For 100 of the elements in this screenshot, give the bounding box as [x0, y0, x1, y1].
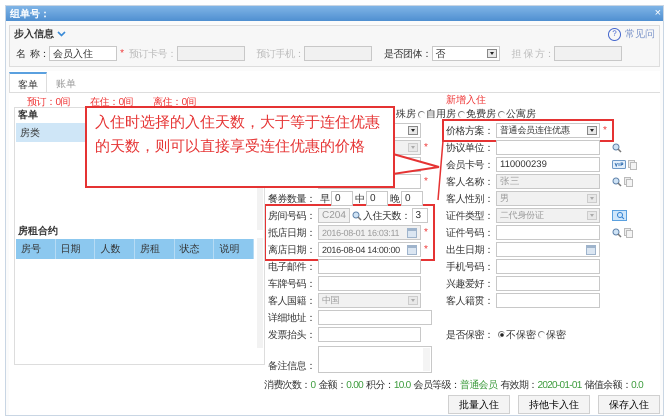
- help-icon[interactable]: ?: [608, 28, 621, 40]
- field-label: 预订卡号：: [129, 48, 177, 60]
- field-label: 预订手机：: [256, 48, 304, 60]
- select-field[interactable]: 否: [432, 46, 500, 61]
- field-label: 房间号码：: [268, 210, 316, 222]
- required-mark: *: [423, 142, 429, 153]
- field-label: 中: [355, 192, 365, 206]
- input-field[interactable]: 0: [331, 191, 353, 206]
- input-field[interactable]: 0: [366, 191, 388, 206]
- summary-value: 2020-01-01: [537, 380, 582, 391]
- radio-option[interactable]: 保密: [538, 328, 566, 342]
- summary-label: 会员等级：: [414, 380, 460, 392]
- summary-value: 10.0: [394, 380, 411, 391]
- scrollbar[interactable]: [423, 348, 430, 371]
- calendar-icon[interactable]: [586, 245, 596, 255]
- field-label: 协议单位：: [446, 142, 494, 154]
- field-value: 普通会员连住优惠: [500, 124, 570, 137]
- summary-value: 0.00: [346, 380, 363, 391]
- search-icon[interactable]: [352, 210, 362, 220]
- date-field[interactable]: 2016-08-04 14:00:00: [318, 242, 421, 257]
- action-button[interactable]: 持他卡入住: [518, 395, 590, 414]
- column-header: 说明: [214, 239, 254, 259]
- summary-value: 0.0: [631, 380, 643, 391]
- field-label: 早: [320, 192, 330, 206]
- field-label: 兴趣爱好：: [446, 278, 494, 290]
- calendar-icon[interactable]: [407, 245, 417, 255]
- section-title: 步入信息: [14, 28, 54, 41]
- summary-value: 普通会员: [460, 378, 498, 392]
- chevron-icon[interactable]: [57, 31, 66, 37]
- input-field[interactable]: [318, 310, 432, 325]
- field-label: 客人名称：: [446, 176, 494, 188]
- document-icon[interactable]: [624, 228, 633, 238]
- field-label: 入住天数：: [363, 210, 410, 222]
- field-label: 客人性别：: [446, 192, 494, 206]
- field-label: 离店日期：: [268, 244, 316, 256]
- id-scan-icon[interactable]: [612, 210, 627, 221]
- column-header: 状态: [174, 239, 214, 259]
- input-field[interactable]: [318, 276, 421, 291]
- input-field[interactable]: [318, 327, 421, 342]
- field-value: 2016-08-04 14:00:00: [322, 244, 400, 254]
- dropdown-arrow-icon[interactable]: [408, 126, 418, 135]
- input-field[interactable]: 0: [401, 191, 423, 206]
- field-label: 名 称：: [16, 48, 50, 60]
- input-field[interactable]: [496, 259, 600, 274]
- select-value: 否: [436, 48, 446, 60]
- field-value: 110000239: [500, 159, 547, 170]
- field-label: 手机号码：: [446, 260, 494, 274]
- field-label: 客人籍贯：: [446, 294, 494, 308]
- required-mark: *: [119, 48, 126, 59]
- column-header: 日期: [56, 239, 96, 259]
- action-button[interactable]: 批量入住: [448, 395, 510, 414]
- field-value: 男: [500, 192, 509, 205]
- text-area[interactable]: [318, 346, 432, 373]
- action-button[interactable]: 保存入住: [598, 395, 660, 414]
- field-label: 证件号码：: [446, 226, 494, 240]
- input-field[interactable]: 会员入住: [49, 46, 118, 61]
- radio-option[interactable]: 自用房: [418, 107, 456, 121]
- panel-title: 房租合约: [18, 224, 58, 238]
- field-label: 车牌号码：: [268, 278, 316, 290]
- field-label: 备注信息：: [268, 360, 316, 373]
- field-label: 证件类型：: [446, 210, 494, 222]
- field-label: 客人国籍：: [268, 294, 316, 308]
- column-header: 人数: [95, 239, 136, 259]
- field-label: 是否团体：: [384, 48, 432, 60]
- field-label: 是否保密：: [446, 328, 494, 342]
- required-mark: *: [602, 125, 608, 136]
- radio-option[interactable]: 不保密: [498, 328, 536, 342]
- column-header: 房租: [135, 239, 175, 259]
- radio-option[interactable]: 公寓房: [498, 107, 536, 121]
- input-field[interactable]: [496, 225, 600, 240]
- search-icon[interactable]: [612, 228, 622, 238]
- field-label: 担 保 方：: [512, 48, 554, 60]
- summary-label: 金额：: [318, 378, 346, 392]
- field-value: 2016-08-01 16:03:11: [322, 228, 400, 238]
- search-icon[interactable]: [612, 176, 622, 186]
- field-label: 出生日期：: [446, 244, 494, 256]
- input-field[interactable]: 110000239: [496, 157, 600, 172]
- field-label: 发票抬头：: [268, 328, 316, 342]
- input-field[interactable]: [318, 259, 421, 274]
- dropdown-arrow-icon[interactable]: [486, 49, 497, 58]
- summary-label: 有效期：: [500, 378, 538, 392]
- input-field[interactable]: [496, 293, 600, 308]
- dropdown-arrow-icon[interactable]: [587, 126, 597, 135]
- radio-option[interactable]: 免费房: [458, 107, 496, 121]
- summary-label: 积分：: [366, 379, 394, 392]
- select-field[interactable]: 普通会员连住优惠: [496, 123, 600, 138]
- input-field[interactable]: [496, 140, 600, 155]
- vip-card-icon[interactable]: [612, 160, 626, 169]
- required-mark: *: [423, 176, 429, 187]
- tab[interactable]: 客单: [9, 72, 47, 92]
- input-field[interactable]: 3: [412, 208, 428, 223]
- field-label: 会员卡号：: [446, 158, 494, 172]
- search-icon[interactable]: [612, 142, 622, 152]
- summary-label: 消费次数：: [264, 378, 311, 392]
- panel-title: 客单: [18, 108, 38, 122]
- input-field[interactable]: [496, 276, 600, 291]
- field-label: 抵店日期：: [268, 226, 316, 240]
- date-field[interactable]: [496, 242, 600, 257]
- summary-value: 0: [310, 380, 316, 391]
- scrollbar[interactable]: [257, 238, 263, 348]
